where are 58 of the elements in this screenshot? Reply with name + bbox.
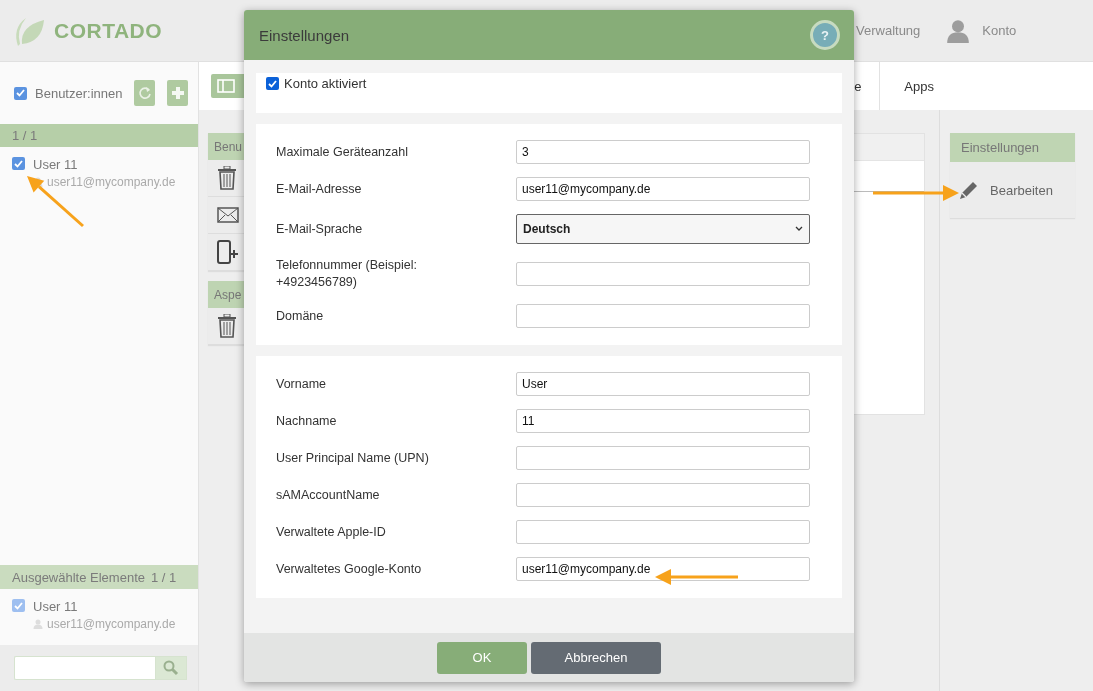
search-button[interactable]	[155, 656, 187, 680]
user-name: User 11	[33, 157, 79, 172]
refresh-button[interactable]	[134, 80, 156, 106]
input-field[interactable]	[516, 446, 810, 470]
input-field[interactable]: User	[516, 372, 810, 396]
card-title: Einstellungen	[950, 133, 1075, 162]
plus-icon	[170, 86, 185, 100]
count-label: 1 / 1	[151, 569, 177, 585]
checkbox[interactable]	[12, 599, 25, 612]
user-email: user11@mycompany.de	[47, 617, 176, 631]
card-title: Benu	[208, 133, 244, 160]
list-title: Benutzer:innen	[35, 85, 123, 101]
input-field[interactable]	[516, 520, 810, 544]
device-plus-icon[interactable]	[217, 240, 239, 264]
add-button[interactable]	[167, 80, 188, 106]
mail-icon[interactable]	[217, 207, 239, 223]
field-label: Verwaltetes Google-Konto	[276, 560, 423, 578]
selected-title: Ausgewählte Elemente	[12, 569, 145, 585]
field-label: Nachname	[276, 412, 338, 430]
user-name: User 11	[33, 599, 79, 614]
dialog-title: Einstellungen	[259, 26, 350, 44]
field-label: Domäne	[276, 307, 325, 325]
chevron-icon	[795, 226, 803, 232]
checkbox[interactable]	[266, 77, 279, 90]
refresh-icon	[137, 86, 152, 100]
field-label: E-Mail-Adresse	[276, 180, 363, 198]
field-label: Verwaltete Apple-ID	[276, 523, 387, 541]
input-field[interactable]: user11@mycompany.de	[516, 177, 810, 201]
input-field[interactable]	[516, 262, 810, 286]
search-field[interactable]	[14, 656, 155, 680]
input-field[interactable]	[516, 483, 810, 507]
field-label: sAMAccountName	[276, 486, 381, 504]
trash-icon[interactable]	[217, 166, 237, 190]
field-label: E-Mail-Sprache	[276, 220, 364, 238]
trash-icon[interactable]	[217, 314, 237, 338]
pencil-icon	[958, 179, 980, 201]
cancel-button[interactable]: Abbrechen	[531, 641, 661, 674]
checkbox[interactable]	[12, 157, 25, 170]
language-select[interactable]: Deutsch	[516, 214, 810, 244]
search-icon	[163, 660, 179, 676]
field-label: Maximale Geräteanzahl	[276, 143, 409, 161]
field-label: Telefonnummer (Beispiel: +4923456789)	[276, 257, 419, 291]
input-field[interactable]: 3	[516, 140, 810, 164]
tab[interactable]: Apps	[880, 62, 958, 110]
panel-icon	[217, 79, 235, 93]
count-label: 1 / 1	[12, 128, 38, 143]
field-label: User Principal Name (UPN)	[276, 449, 430, 467]
field-label: Vorname	[276, 375, 328, 393]
logo-text: CORTADO	[54, 18, 163, 43]
checkbox-label: Konto aktiviert	[284, 76, 367, 91]
input-field[interactable]: user11@mycompany.de	[516, 557, 810, 581]
card-title: Aspe	[208, 281, 244, 308]
user-email: user11@mycompany.de	[47, 175, 176, 189]
checkbox[interactable]	[14, 86, 27, 100]
input-field[interactable]	[516, 304, 810, 328]
edit-button[interactable]: Bearbeiten	[950, 162, 1059, 218]
panel-toggle-button[interactable]	[211, 74, 247, 98]
input-field[interactable]: 11	[516, 409, 810, 433]
